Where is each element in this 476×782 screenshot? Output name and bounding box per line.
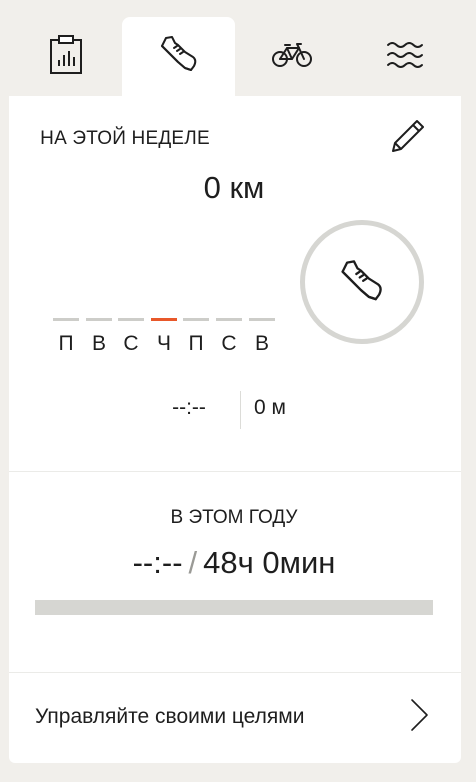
bicycle-icon [271, 43, 312, 67]
day-label: С [221, 332, 237, 355]
tab-cycling[interactable] [235, 17, 348, 97]
day-sun: В [249, 318, 275, 358]
day-tue: В [86, 318, 112, 358]
year-current-time: --:-- [132, 545, 183, 580]
day-wed: С [118, 318, 144, 358]
day-label: С [123, 332, 139, 355]
pencil-icon [392, 120, 424, 152]
day-label: П [188, 332, 204, 355]
year-separator: / [188, 545, 198, 580]
day-fri: П [183, 318, 209, 358]
year-summary: --:--/48ч 0мин [0, 545, 468, 581]
year-title: В ЭТОМ ГОДУ [170, 507, 298, 528]
clipboard-chart-icon [49, 35, 82, 74]
week-distance: 0 км [203, 170, 265, 205]
running-shoe-icon [341, 260, 382, 301]
day-label: В [254, 332, 269, 355]
stat-divider [240, 391, 241, 429]
day-label: В [91, 332, 106, 355]
activity-tabs [9, 17, 461, 97]
running-shoe-icon [160, 36, 196, 71]
week-title: НА ЭТОЙ НЕДЕЛЕ [40, 128, 210, 149]
manage-goals-label: Управляйте своими целями [35, 705, 305, 728]
chevron-right-icon [411, 699, 428, 731]
year-goal: 48ч 0мин [203, 545, 336, 580]
tab-running[interactable] [122, 17, 235, 97]
weekday-indicator: П В С Ч П С В [53, 318, 277, 358]
manage-goals-row[interactable]: Управляйте своими целями [9, 673, 461, 761]
weekly-progress-ring [300, 220, 424, 344]
day-label: П [58, 332, 74, 355]
tab-summary[interactable] [9, 17, 122, 97]
week-distance-meters: 0 м [254, 396, 286, 419]
week-time: --:-- [172, 396, 206, 419]
day-label: Ч [157, 332, 171, 355]
day-sat: С [216, 318, 242, 358]
edit-goal-button[interactable] [386, 114, 430, 158]
year-progress-bar [35, 600, 433, 615]
section-divider [9, 471, 461, 472]
tab-swimming[interactable] [348, 17, 461, 97]
day-thu: Ч [151, 318, 177, 358]
waves-icon [386, 42, 423, 68]
day-mon: П [53, 318, 79, 358]
